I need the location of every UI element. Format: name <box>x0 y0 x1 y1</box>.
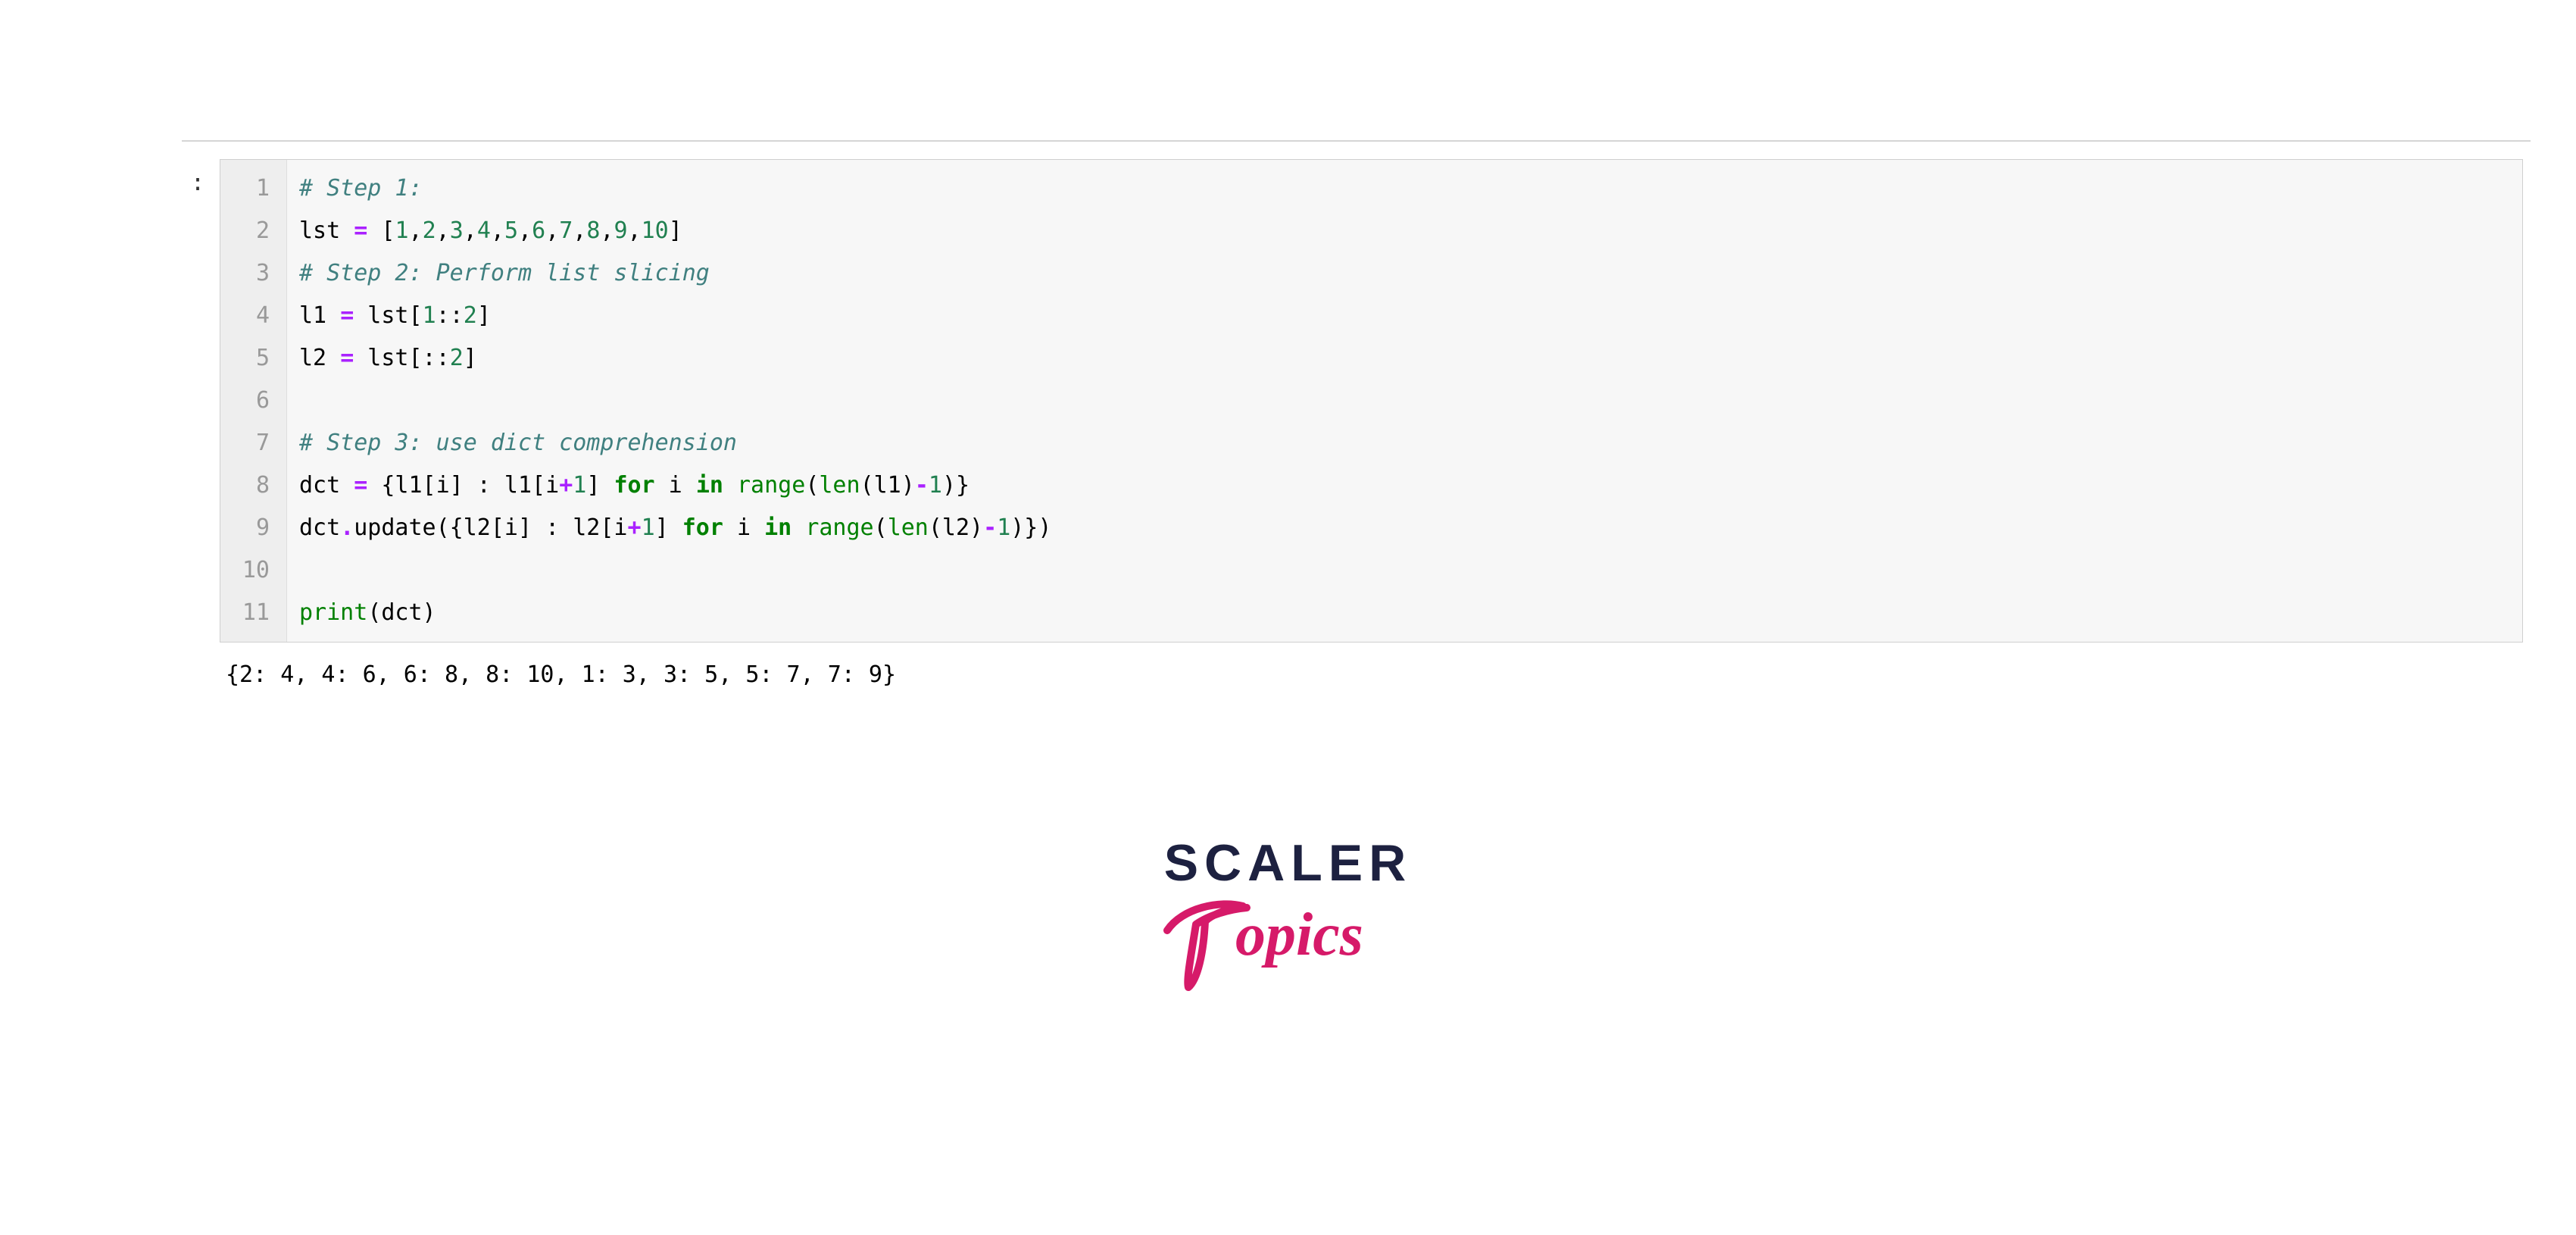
line-number-gutter: 1 2 3 4 5 6 7 8 9 10 11 <box>220 160 287 642</box>
line-number: 7 <box>220 422 279 464</box>
code-line[interactable]: print(dct) <box>299 592 1051 634</box>
notebook-cell: : 1 2 3 4 5 6 7 8 9 10 11 # Step 1: lst … <box>151 159 2523 708</box>
code-line[interactable]: dct.update({l2[i] : l2[i+1] for i in ran… <box>299 507 1051 549</box>
code-line[interactable]: dct = {l1[i] : l1[i+1] for i in range(le… <box>299 464 1051 507</box>
code-lines[interactable]: # Step 1: lst = [1,2,3,4,5,6,7,8,9,10] #… <box>287 160 1063 642</box>
code-line[interactable] <box>299 380 1051 422</box>
svg-text:opics: opics <box>1235 902 1363 968</box>
cell-output: {2: 4, 4: 6, 6: 8, 8: 10, 1: 3, 3: 5, 5:… <box>220 643 2523 708</box>
logo-topics-text: opics <box>1152 885 1425 991</box>
code-line[interactable]: l2 = lst[::2] <box>299 337 1051 380</box>
input-prompt: : <box>159 170 205 196</box>
code-line[interactable]: l1 = lst[1::2] <box>299 295 1051 337</box>
code-input-area[interactable]: 1 2 3 4 5 6 7 8 9 10 11 # Step 1: lst = … <box>220 159 2523 643</box>
line-number: 10 <box>220 549 279 592</box>
line-number: 1 <box>220 167 279 210</box>
line-number: 3 <box>220 252 279 295</box>
line-number: 2 <box>220 210 279 252</box>
logo-scaler-text: SCALER <box>0 833 2576 893</box>
code-line[interactable]: # Step 1: <box>299 167 1051 210</box>
line-number: 4 <box>220 295 279 337</box>
code-line[interactable]: lst = [1,2,3,4,5,6,7,8,9,10] <box>299 210 1051 252</box>
code-line[interactable]: # Step 3: use dict comprehension <box>299 422 1051 464</box>
line-number: 6 <box>220 380 279 422</box>
line-number: 11 <box>220 592 279 634</box>
line-number: 8 <box>220 464 279 507</box>
top-rule <box>182 140 2531 142</box>
code-line[interactable] <box>299 549 1051 592</box>
code-line[interactable]: # Step 2: Perform list slicing <box>299 252 1051 295</box>
line-number: 5 <box>220 337 279 380</box>
scaler-topics-logo: SCALER opics <box>0 833 2576 994</box>
line-number: 9 <box>220 507 279 549</box>
